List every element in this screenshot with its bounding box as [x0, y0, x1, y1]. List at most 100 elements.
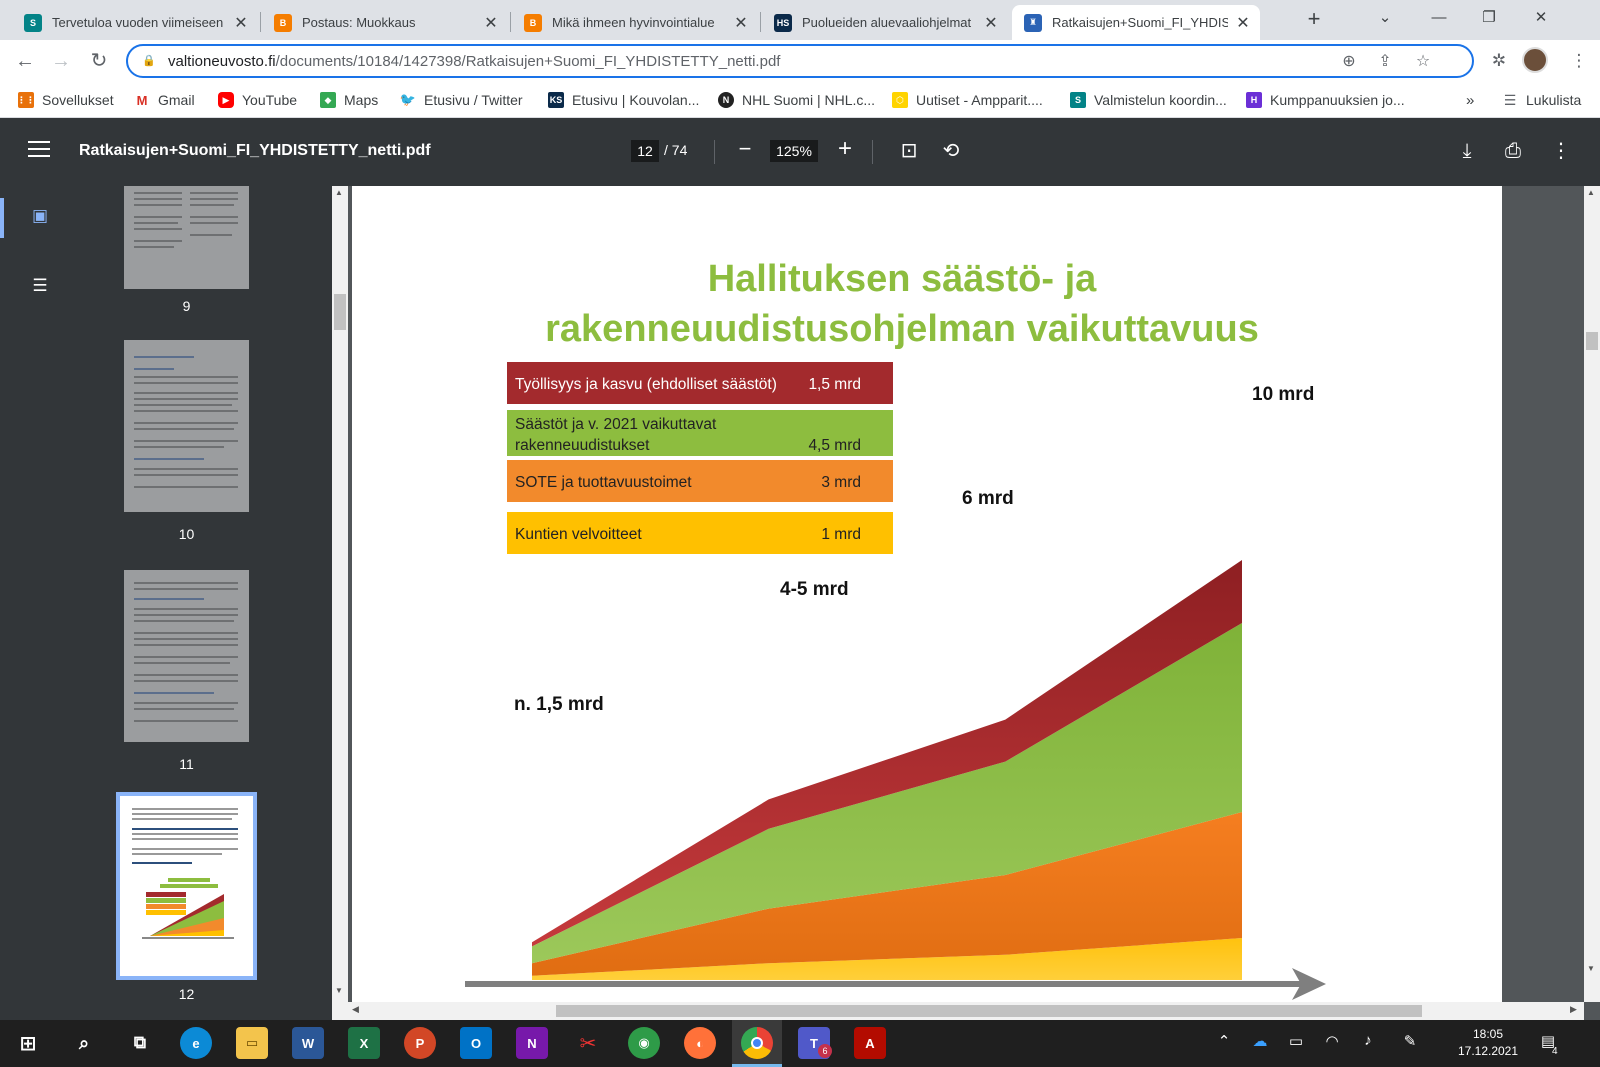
- bookmark-valmistelu[interactable]: S Valmistelun koordin...: [1070, 90, 1227, 110]
- bookmark-twitter[interactable]: 🐦 Etusivu / Twitter: [400, 90, 523, 110]
- tab-search-icon[interactable]: ⌄: [1362, 0, 1408, 36]
- pdf-toolbar: Ratkaisujen+Suomi_FI_YHDISTETTY_netti.pd…: [0, 118, 1600, 186]
- thumbnail-page-9[interactable]: [124, 186, 249, 289]
- word-icon[interactable]: W: [292, 1027, 324, 1059]
- reload-button[interactable]: ↻: [84, 46, 114, 76]
- zoom-out-button[interactable]: −: [732, 136, 758, 166]
- print-icon[interactable]: ⎙: [1498, 136, 1528, 166]
- bookmark-kumppanuus[interactable]: H Kumppanuuksien jo...: [1246, 90, 1405, 110]
- close-tab-icon[interactable]: ✕: [482, 13, 500, 33]
- legend-label: rakenneuudistukset: [515, 437, 650, 454]
- legend-value: 3 mrd: [821, 474, 861, 491]
- bookmark-nhl[interactable]: N NHL Suomi | NHL.c...: [718, 90, 875, 110]
- blogger-icon: B: [274, 13, 292, 32]
- zoom-icon[interactable]: ⊕: [1338, 51, 1360, 73]
- tab-2[interactable]: B Postaus: Muokkaus ✕: [262, 5, 508, 40]
- powerpoint-icon[interactable]: P: [404, 1027, 436, 1059]
- close-tab-icon[interactable]: ✕: [982, 13, 1000, 33]
- bookmark-maps[interactable]: ◆ Maps: [320, 90, 378, 110]
- thumbnail-number: 11: [179, 756, 194, 772]
- lock-icon[interactable]: 🔒: [142, 54, 156, 68]
- bookmark-kouvola[interactable]: KS Etusivu | Kouvolan...: [548, 90, 699, 110]
- file-explorer-icon[interactable]: ▭: [236, 1027, 268, 1059]
- extensions-icon[interactable]: ✲: [1486, 48, 1512, 74]
- fit-page-icon[interactable]: ⊡: [894, 136, 924, 166]
- thumbnails-icon[interactable]: ▣: [30, 206, 50, 226]
- tab-4[interactable]: HS Puolueiden aluevaaliohjelmat ✕: [762, 5, 1008, 40]
- thumbnail-scrollbar[interactable]: ▲ ▼: [332, 186, 348, 1024]
- taskbar-clock[interactable]: 18:05 17.12.2021: [1448, 1026, 1528, 1060]
- menu-icon[interactable]: [28, 141, 50, 159]
- thumbnail-page-12-selected[interactable]: [116, 792, 257, 980]
- firefox-icon[interactable]: ◐: [684, 1027, 716, 1059]
- sharepoint-icon: S: [1070, 92, 1086, 108]
- back-button[interactable]: ←: [10, 46, 40, 76]
- bookmark-gmail[interactable]: M Gmail: [134, 90, 195, 110]
- close-tab-icon[interactable]: ✕: [732, 13, 750, 33]
- excel-icon[interactable]: X: [348, 1027, 380, 1059]
- tab-title: Postaus: Muokkaus: [302, 15, 416, 30]
- thumbnail-page-10[interactable]: [124, 340, 249, 512]
- outlook-icon[interactable]: O: [460, 1027, 492, 1059]
- show-hidden-icons[interactable]: ⌃: [1214, 1032, 1234, 1054]
- close-window-button[interactable]: ✕: [1518, 0, 1564, 36]
- twitter-icon: 🐦: [399, 92, 417, 108]
- chrome-icon[interactable]: [741, 1027, 773, 1059]
- page-number-input[interactable]: 12: [631, 140, 659, 162]
- restore-button[interactable]: ❐: [1466, 0, 1512, 36]
- tab-5-active[interactable]: ♜ Ratkaisujen+Suomi_FI_YHDIS ✕: [1012, 5, 1260, 40]
- chart-annotation: 6 mrd: [962, 488, 1014, 509]
- close-tab-icon[interactable]: ✕: [232, 13, 250, 33]
- bookmark-star-icon[interactable]: ☆: [1412, 51, 1434, 73]
- thumbnail-panel: 9 10 11 12: [80, 186, 332, 1024]
- onedrive-icon[interactable]: ☁: [1250, 1032, 1270, 1054]
- share-icon[interactable]: ⇪: [1374, 51, 1396, 73]
- tab-1[interactable]: S Tervetuloa vuoden viimeiseen ✕: [12, 5, 258, 40]
- maps-icon: ◆: [320, 92, 336, 108]
- acrobat-icon[interactable]: A: [854, 1027, 886, 1059]
- pen-icon[interactable]: ✎: [1400, 1032, 1420, 1054]
- bookmarks-more-button[interactable]: »: [1466, 90, 1474, 110]
- zoom-level-input[interactable]: 125%: [770, 140, 818, 162]
- search-icon[interactable]: ⌕: [68, 1027, 100, 1059]
- address-bar[interactable]: 🔒 valtioneuvosto.fi/documents/10184/1427…: [126, 44, 1474, 78]
- bookmark-apps[interactable]: ⋮⋮ Sovellukset: [17, 90, 114, 110]
- thumbnail-number: 10: [178, 526, 195, 542]
- reading-list-button[interactable]: ☰ Lukulista: [1502, 90, 1581, 110]
- horizontal-scrollbar[interactable]: ◀ ▶: [348, 1002, 1584, 1020]
- bookmark-youtube[interactable]: ▶ YouTube: [218, 90, 297, 110]
- volume-icon[interactable]: ♪: [1358, 1032, 1378, 1054]
- avatar[interactable]: [1522, 47, 1548, 73]
- task-view-icon[interactable]: ⧉: [124, 1027, 156, 1059]
- onenote-icon[interactable]: N: [516, 1027, 548, 1059]
- start-icon[interactable]: ⊞: [12, 1027, 44, 1059]
- new-tab-button[interactable]: +: [1300, 5, 1328, 33]
- thumbnail-page-11[interactable]: [124, 570, 249, 742]
- legend-value: 1 mrd: [821, 526, 861, 543]
- globe-app-icon[interactable]: ◉: [628, 1027, 660, 1059]
- forward-button[interactable]: →: [46, 46, 76, 76]
- tab-title: Mikä ihmeen hyvinvointialue: [552, 15, 715, 30]
- download-icon[interactable]: ⤓: [1452, 136, 1482, 166]
- edge-icon[interactable]: e: [180, 1027, 212, 1059]
- page-total: / 74: [664, 142, 688, 158]
- tab-3[interactable]: B Mikä ihmeen hyvinvointialue ✕: [512, 5, 758, 40]
- bookmark-ampparit[interactable]: ⬡ Uutiset - Ampparit....: [892, 90, 1043, 110]
- outline-icon[interactable]: ☰: [30, 276, 50, 296]
- battery-icon[interactable]: ▭: [1286, 1032, 1306, 1054]
- browser-toolbar: ← → ↻ 🔒 valtioneuvosto.fi/documents/1018…: [0, 40, 1600, 82]
- ks-icon: KS: [548, 92, 564, 108]
- rotate-icon[interactable]: ⟲: [936, 136, 966, 166]
- vertical-scrollbar[interactable]: ▲ ▼: [1584, 186, 1600, 1002]
- more-actions-icon[interactable]: ⋮: [1546, 136, 1576, 166]
- zoom-in-button[interactable]: +: [832, 135, 858, 165]
- clock-date: 17.12.2021: [1457, 1044, 1519, 1058]
- chart-annotation: n. 1,5 mrd: [514, 694, 604, 715]
- wifi-icon[interactable]: ◠: [1322, 1032, 1342, 1054]
- snipping-tool-icon[interactable]: ✂: [572, 1027, 604, 1059]
- menu-kebab-icon[interactable]: ⋮: [1566, 48, 1592, 74]
- thumbnail-number: 12: [178, 986, 195, 1002]
- legend-value: 1,5 mrd: [808, 376, 861, 393]
- minimize-button[interactable]: —: [1416, 0, 1462, 36]
- close-tab-icon[interactable]: ✕: [1234, 13, 1252, 33]
